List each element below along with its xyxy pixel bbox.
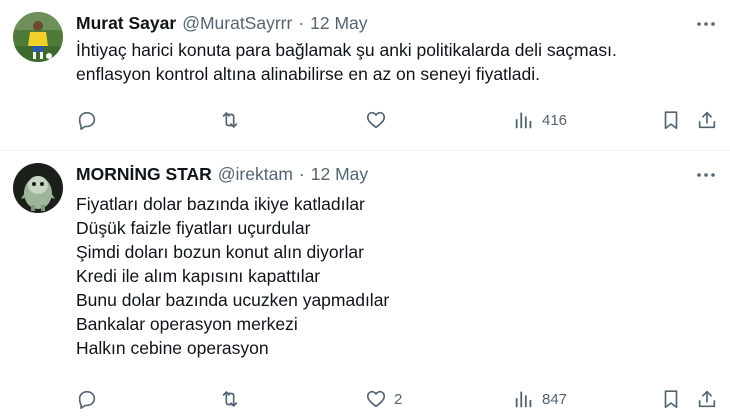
views-count: 847 (542, 390, 568, 408)
tweet-text-line: Kredi ile alım kapısını kapattılar (76, 266, 321, 286)
views-count: 416 (542, 111, 568, 129)
soccer-player-avatar-icon (13, 12, 63, 62)
tweet-text-line: Bunu dolar bazında ucuzken yapmadılar (76, 290, 390, 310)
views-chart-icon (515, 391, 532, 408)
tweet-date[interactable]: 12 May (310, 13, 367, 34)
avatar[interactable] (13, 12, 63, 62)
tweet-text-line: enflasyon kontrol altına alinabilirse en… (76, 64, 541, 84)
tweet-1[interactable]: Murat Sayar @MuratSayrrr · 12 May İhtiya… (0, 0, 730, 150)
like-count: 2 (394, 390, 403, 408)
views-chart-icon (515, 112, 532, 129)
separator-dot: · (298, 12, 305, 33)
share-button[interactable] (696, 105, 718, 135)
reply-icon (78, 391, 96, 409)
views-button[interactable]: 416 (513, 105, 567, 135)
tweet-text: İhtiyaç harici konuta para bağlamak şu a… (76, 38, 617, 86)
bookmark-icon (664, 390, 678, 409)
reply-button[interactable] (76, 384, 105, 414)
tweet-header: MORNİNG STAR @irektam · 12 May (76, 161, 368, 187)
more-options-button[interactable] (694, 163, 718, 187)
views-button[interactable]: 847 (513, 384, 567, 414)
tweet-text-line: Halkın cebine operasyon (76, 338, 269, 358)
reply-button[interactable] (76, 105, 105, 135)
reply-icon (78, 112, 96, 130)
tweet-text-line: İhtiyaç harici konuta para bağlamak şu a… (76, 40, 617, 60)
like-button[interactable] (365, 105, 394, 135)
tweet-text: Fiyatları dolar bazında ikiye katladılar… (76, 192, 389, 360)
user-handle[interactable]: @irektam (218, 164, 293, 185)
like-button[interactable]: 2 (365, 384, 402, 414)
separator-dot: · (298, 163, 305, 184)
tweet-text-line: Bankalar operasyon merkezi (76, 314, 298, 334)
heart-icon (366, 111, 386, 129)
tweet-header: Murat Sayar @MuratSayrrr · 12 May (76, 10, 368, 36)
tweet-text-line: Şimdi doları bozun konut alın diyorlar (76, 242, 364, 262)
more-options-button[interactable] (694, 12, 718, 36)
display-name[interactable]: MORNİNG STAR (76, 164, 212, 185)
repost-button[interactable] (219, 384, 248, 414)
action-bar: 416 (0, 105, 730, 135)
bookmark-button[interactable] (660, 384, 682, 414)
tweet-2[interactable]: MORNİNG STAR @irektam · 12 May Fiyatları… (0, 151, 730, 420)
share-icon (698, 111, 716, 129)
tweet-text-line: Düşük faizle fiyatları uçurdular (76, 218, 311, 238)
repost-icon (222, 112, 238, 128)
display-name[interactable]: Murat Sayar (76, 13, 176, 34)
bookmark-button[interactable] (660, 105, 682, 135)
more-dots-icon (697, 22, 715, 26)
user-handle[interactable]: @MuratSayrrr (182, 13, 292, 34)
tweet-date[interactable]: 12 May (311, 164, 368, 185)
more-dots-icon (697, 173, 715, 177)
avatar[interactable] (13, 163, 63, 213)
share-button[interactable] (696, 384, 718, 414)
share-icon (698, 390, 716, 408)
heart-icon (366, 390, 386, 408)
action-bar: 2 847 (0, 384, 730, 414)
bookmark-icon (664, 111, 678, 130)
repost-button[interactable] (219, 105, 248, 135)
creature-avatar-icon (13, 163, 63, 213)
repost-icon (222, 391, 238, 407)
tweet-text-line: Fiyatları dolar bazında ikiye katladılar (76, 194, 365, 214)
